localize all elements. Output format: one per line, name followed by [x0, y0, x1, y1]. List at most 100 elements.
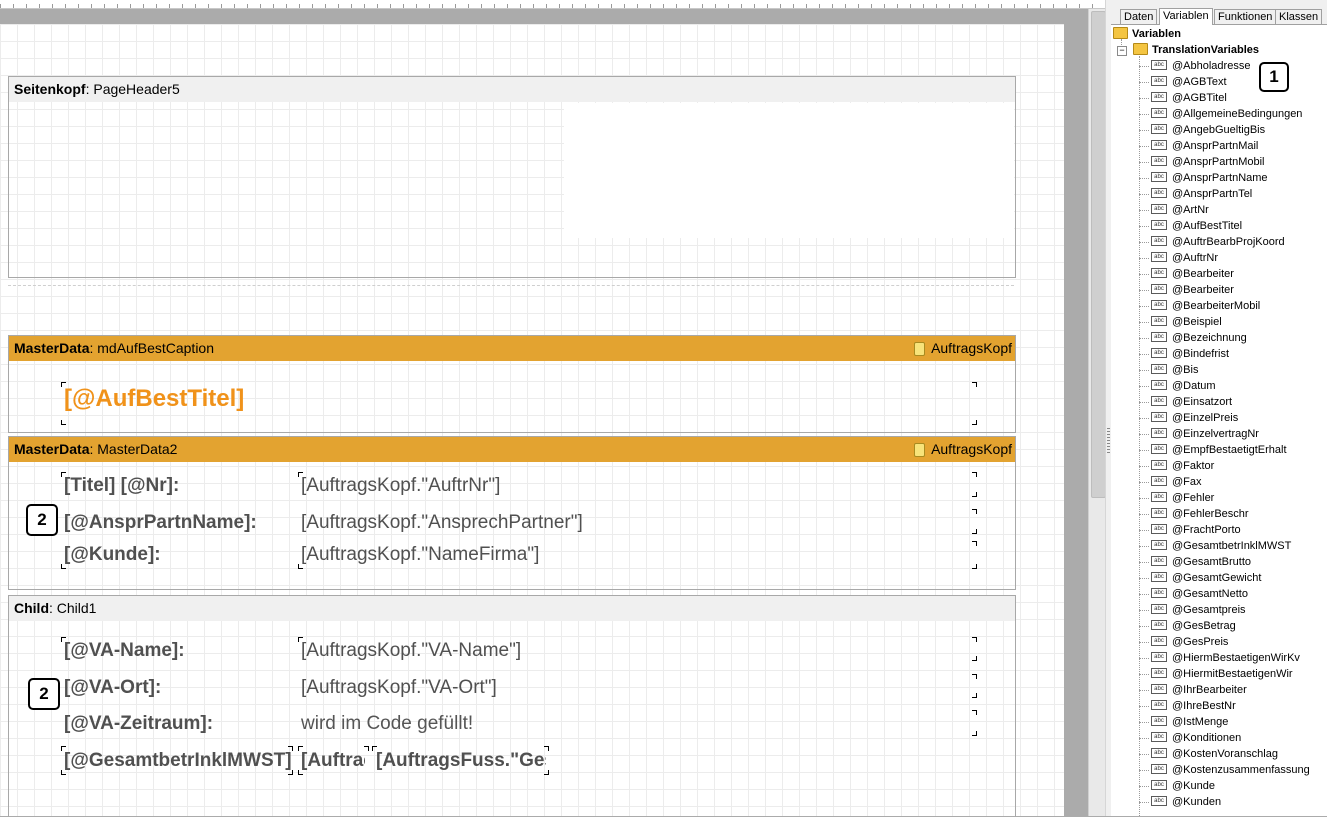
variable-icon: abc [1151, 604, 1167, 615]
variable-item[interactable]: abc @GesamtNetto [1151, 586, 1248, 602]
tree-line [1139, 66, 1149, 67]
variable-icon: abc [1151, 284, 1167, 295]
variable-item[interactable]: abc @Datum [1151, 378, 1216, 394]
variable-item[interactable]: abc @Beispiel [1151, 314, 1222, 330]
tree-line [1139, 402, 1149, 403]
variable-item[interactable]: abc @Kostenzusammenfassung [1151, 762, 1310, 778]
tab-daten[interactable]: Daten [1120, 9, 1158, 24]
variable-item[interactable]: abc @AllgemeineBedingungen [1151, 106, 1302, 122]
tree-line [1139, 594, 1149, 595]
tree-line [1139, 354, 1149, 355]
variable-item[interactable]: abc @Bearbeiter [1151, 282, 1234, 298]
variable-item[interactable]: abc @AuftrBearbProjKoord [1151, 234, 1285, 250]
variable-item[interactable]: abc @BearbeiterMobil [1151, 298, 1260, 314]
band-kind-label: Child [14, 600, 49, 616]
variable-item[interactable]: abc @FrachtPorto [1151, 522, 1241, 538]
vertical-scrollbar[interactable] [1088, 9, 1106, 816]
variable-item[interactable]: abc @Bearbeiter [1151, 266, 1234, 282]
tree-line [1139, 514, 1149, 515]
variable-item[interactable]: abc @ArtNr [1151, 202, 1209, 218]
variable-item[interactable]: abc @AnsprPartnName [1151, 170, 1268, 186]
total-value-field[interactable]: [Auftraç [301, 750, 365, 772]
band-kind-label: MasterData [14, 441, 90, 457]
tree-group-translationvariables[interactable]: TranslationVariables [1133, 42, 1259, 58]
variable-item[interactable]: abc @Bindefrist [1151, 346, 1229, 362]
variable-item[interactable]: abc @AnsprPartnMail [1151, 138, 1258, 154]
aufbesttitel-field[interactable]: [@AufBestTitel] [64, 385, 244, 413]
field-value[interactable]: [AuftragsKopf."VA-Ort"] [301, 677, 497, 699]
tab-variablen[interactable]: Variablen [1159, 8, 1213, 25]
variable-item[interactable]: abc @IhreBestNr [1151, 698, 1236, 714]
variable-item[interactable]: abc @AngebGueltigBis [1151, 122, 1265, 138]
variable-item[interactable]: abc @GesamtbetrInklMWST [1151, 538, 1291, 554]
variable-label: @GesamtGewicht [1172, 572, 1262, 584]
variable-item[interactable]: abc @AGBTitel [1151, 90, 1227, 106]
field-label[interactable]: [Titel] [@Nr]: [64, 475, 179, 497]
field-label[interactable]: [@VA-Name]: [64, 640, 185, 662]
callout-badge-2: 2 [28, 678, 60, 710]
field-label[interactable]: [@Kunde]: [64, 544, 161, 566]
variable-item[interactable]: abc @IhrBearbeiter [1151, 682, 1247, 698]
variable-item[interactable]: abc @Bis [1151, 362, 1198, 378]
horizontal-ruler [0, 0, 1110, 9]
variable-label: @HiermitBestaetigenWir [1172, 668, 1293, 680]
tree-line [1139, 498, 1149, 499]
child-band[interactable]: Child: Child1 [8, 595, 1016, 817]
variable-item[interactable]: abc @HiermBestaetigenWirKv [1151, 650, 1300, 666]
tree-root-variablen[interactable]: Variablen [1113, 26, 1181, 42]
field-value[interactable]: [AuftragsKopf."NameFirma"] [301, 544, 539, 566]
variable-item[interactable]: abc @GesamtBrutto [1151, 554, 1251, 570]
field-value[interactable]: wird im Code gefüllt! [301, 713, 473, 735]
band-kind-label: Seitenkopf [14, 81, 86, 97]
field-value[interactable]: [AuftragsKopf."VA-Name"] [301, 640, 521, 662]
tab-funktionen[interactable]: Funktionen [1214, 9, 1277, 24]
variable-item[interactable]: abc @Kunden [1151, 794, 1221, 810]
field-label[interactable]: [@VA-Zeitraum]: [64, 713, 213, 735]
field-label[interactable]: [@VA-Ort]: [64, 677, 161, 699]
tree-line [1139, 706, 1149, 707]
tab-klassen[interactable]: Klassen [1275, 9, 1323, 24]
field-value[interactable]: [AuftragsKopf."AuftrNr"] [301, 475, 500, 497]
variable-item[interactable]: abc @Fax [1151, 474, 1202, 490]
tree-line [1139, 722, 1149, 723]
tree-line [1139, 386, 1149, 387]
variable-item[interactable]: abc @AufBestTitel [1151, 218, 1242, 234]
variable-item[interactable]: abc @IstMenge [1151, 714, 1228, 730]
variable-item[interactable]: abc @Einsatzort [1151, 394, 1232, 410]
variable-item[interactable]: abc @EmpfBestaetigtErhalt [1151, 442, 1287, 458]
variable-item[interactable]: abc @FehlerBeschr [1151, 506, 1249, 522]
variable-item[interactable]: abc @HiermitBestaetigenWir [1151, 666, 1293, 682]
variable-item[interactable]: abc @Gesamtpreis [1151, 602, 1246, 618]
variable-item[interactable]: abc @KostenVoranschlag [1151, 746, 1278, 762]
variable-item[interactable]: abc @GesPreis [1151, 634, 1228, 650]
splitter-grip[interactable] [1107, 428, 1110, 454]
variable-item[interactable]: abc @Faktor [1151, 458, 1214, 474]
variable-item[interactable]: abc @Konditionen [1151, 730, 1241, 746]
variable-item[interactable]: abc @AuftrNr [1151, 250, 1218, 266]
variable-label: @Bindefrist [1172, 348, 1230, 360]
total-footer-field[interactable]: [AuftragsFuss."Ges [376, 750, 546, 772]
variable-item[interactable]: abc @EinzelvertragNr [1151, 426, 1259, 442]
variable-item[interactable]: abc @AGBText [1151, 74, 1227, 90]
page-header-band[interactable]: Seitenkopf: PageHeader5 [8, 76, 1016, 278]
variable-item[interactable]: abc @Kunde [1151, 778, 1215, 794]
variable-item[interactable]: abc @GesamtGewicht [1151, 570, 1261, 586]
total-label-field[interactable]: [@GesamtbetrInklMWST] [64, 750, 292, 772]
field-corner [61, 770, 66, 775]
variable-item[interactable]: abc @Fehler [1151, 490, 1214, 506]
collapse-icon[interactable]: − [1117, 46, 1127, 56]
variable-item[interactable]: abc @AnsprPartnMobil [1151, 154, 1264, 170]
tree-line [1139, 418, 1149, 419]
field-value[interactable]: [AuftragsKopf."AnsprechPartner"] [301, 512, 583, 534]
variable-item[interactable]: abc @GesBetrag [1151, 618, 1236, 634]
variable-item[interactable]: abc @Bezeichnung [1151, 330, 1247, 346]
tree-line [1139, 674, 1149, 675]
datasource-indicator: AuftragsKopf [914, 437, 1012, 462]
variable-item[interactable]: abc @EinzelPreis [1151, 410, 1238, 426]
field-label[interactable]: [@AnsprPartnName]: [64, 512, 257, 534]
variable-item[interactable]: abc @Abholadresse [1151, 58, 1250, 74]
masterdata-caption-band[interactable]: MasterData: mdAufBestCaption AuftragsKop… [8, 335, 1016, 433]
scrollbar-thumb[interactable] [1091, 11, 1106, 498]
variable-item[interactable]: abc @AnsprPartnTel [1151, 186, 1252, 202]
variable-icon: abc [1151, 428, 1167, 439]
